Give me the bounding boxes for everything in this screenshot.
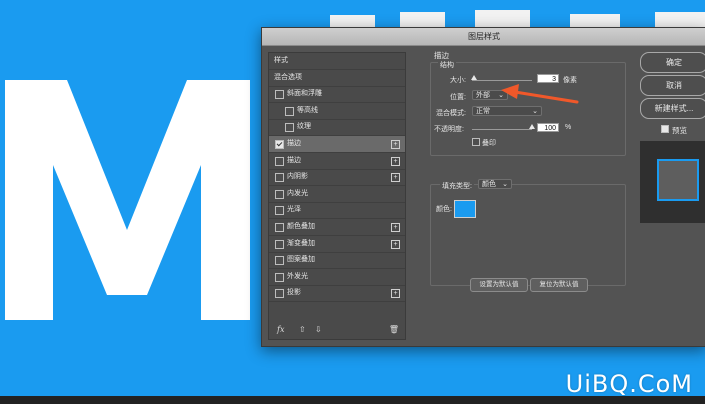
add-style-icon[interactable]: + [391,140,400,149]
style-list-item[interactable]: 颜色叠加 + [269,219,405,236]
size-input[interactable]: 3 [537,74,559,83]
position-select[interactable]: 外部 ⌄ [472,90,508,100]
style-list-item[interactable]: 纹理 [269,119,405,137]
style-list-item[interactable]: 光泽 [269,202,405,220]
style-list-label: 渐变叠加 [287,239,315,247]
style-list-label: 投影 [287,289,301,297]
style-enable-checkbox[interactable] [275,173,284,183]
styles-list-footer: fx ⇧ ⇩ 🗑 [269,323,405,339]
blend-mode-select[interactable]: 正常 ⌄ [472,106,542,116]
chevron-down-icon: ⌄ [498,92,504,99]
style-enable-checkbox[interactable] [275,289,284,299]
layer-style-dialog: 图层样式 样式混合选项斜面和浮雕等高线纹理描边 + 描边 + 内阴影 + 内发光光泽颜色叠加… [261,27,705,347]
arrow-down-icon[interactable]: ⇩ [315,325,322,334]
style-list-item[interactable]: 渐变叠加 + [269,236,405,253]
style-list-label: 斜面和浮雕 [287,90,322,98]
style-list-label: 外发光 [287,272,308,280]
style-list-item[interactable]: 描边 + [269,153,405,170]
styles-list: 样式 混合选项 斜面和浮雕 等高线 纹理 描边 + 描边 + 内阴影 + 内发光 光泽 颜色叠加 + 渐变叠加… [268,52,406,340]
opacity-label: 不透明度: [434,126,464,133]
style-list-label: 样式 [274,57,288,64]
style-enable-checkbox[interactable] [275,223,284,232]
add-style-icon[interactable]: + [391,223,400,232]
fx-button[interactable]: fx [277,325,284,334]
canvas-letter-m [5,80,250,320]
position-label: 位置: [450,94,466,101]
style-list-item[interactable]: 混合选项 [269,70,405,87]
fill-type-select[interactable]: 颜色 ⌄ [478,179,512,189]
reset-default-button[interactable]: 复位为默认值 [530,278,588,292]
set-default-button[interactable]: 设置为默认值 [470,278,528,292]
overprint-checkbox[interactable] [472,138,480,146]
style-list-item[interactable]: 等高线 [269,103,405,120]
preview-label: 预览 [672,126,687,135]
style-enable-checkbox[interactable] [275,90,284,100]
stroke-settings-panel: 描边 结构 大小: 3 像素 位置: 外部 ⌄ 混合模式: 正常 ⌄ 不透明度:… [430,50,630,340]
style-list-label: 纹理 [297,123,311,131]
style-enable-checkbox[interactable] [275,239,284,249]
style-list-label: 内阴影 [287,173,308,181]
style-list-label: 图案叠加 [287,256,315,264]
style-enable-checkbox[interactable] [275,272,284,282]
trash-icon[interactable]: 🗑 [389,325,399,334]
style-enable-checkbox[interactable] [275,206,284,216]
opacity-unit: % [565,124,572,131]
size-unit: 像素 [563,77,577,84]
style-preview [640,141,705,223]
preview-thumbnail [657,159,699,201]
cancel-button[interactable]: 取消 [640,75,705,96]
style-list-label: 颜色叠加 [287,223,315,230]
style-list-item[interactable]: 样式 [269,53,405,70]
chevron-down-icon: ⌄ [502,181,508,188]
color-label: 颜色: [436,206,452,213]
size-slider-thumb[interactable] [470,75,477,80]
opacity-input[interactable]: 100 [537,123,559,132]
overprint-label: 叠印 [482,140,496,147]
blend-mode-label: 混合模式: [436,110,466,117]
structure-title: 结构 [438,60,456,70]
style-list-label: 描边 [287,140,301,147]
style-enable-checkbox[interactable] [275,156,284,166]
add-style-icon[interactable]: + [391,239,400,249]
watermark: UiBQ.CoM [565,370,693,398]
style-list-item[interactable]: 投影 + [269,285,405,303]
style-enable-checkbox[interactable] [275,140,284,149]
style-list-item[interactable]: 内阴影 + [269,169,405,187]
opacity-slider-track[interactable] [472,129,532,130]
fill-type-value: 颜色 [482,181,496,188]
position-value: 外部 [476,92,490,99]
style-list-item[interactable]: 斜面和浮雕 [269,86,405,104]
style-enable-checkbox[interactable] [275,189,284,199]
size-label: 大小: [450,77,466,84]
style-list-item[interactable]: 描边 + [269,136,405,153]
style-list-item[interactable]: 内发光 [269,186,405,203]
dialog-title[interactable]: 图层样式 [262,28,705,46]
new-style-button[interactable]: 新建样式... [640,98,705,119]
arrow-up-icon[interactable]: ⇧ [299,325,306,334]
style-list-item[interactable]: 外发光 [269,269,405,286]
add-style-icon[interactable]: + [391,289,400,299]
opacity-slider-thumb[interactable] [529,124,535,129]
style-enable-checkbox[interactable] [285,123,294,133]
style-list-label: 光泽 [287,206,301,214]
blend-mode-value: 正常 [476,108,490,115]
add-style-icon[interactable]: + [391,156,400,166]
stroke-color-swatch[interactable] [454,200,476,218]
style-list-label: 等高线 [297,106,318,114]
ok-button[interactable]: 确定 [640,52,705,73]
preview-checkbox[interactable] [661,125,669,133]
style-list-label: 内发光 [287,189,308,197]
add-style-icon[interactable]: + [391,173,400,183]
size-slider-track[interactable] [472,80,532,81]
style-enable-checkbox[interactable] [285,106,294,116]
style-list-item[interactable]: 图案叠加 [269,252,405,270]
fill-type-label: 填充类型: [440,181,474,191]
chevron-down-icon: ⌄ [532,108,538,115]
style-enable-checkbox[interactable] [275,256,284,266]
style-list-label: 描边 [287,156,301,164]
style-list-label: 混合选项 [274,73,302,81]
